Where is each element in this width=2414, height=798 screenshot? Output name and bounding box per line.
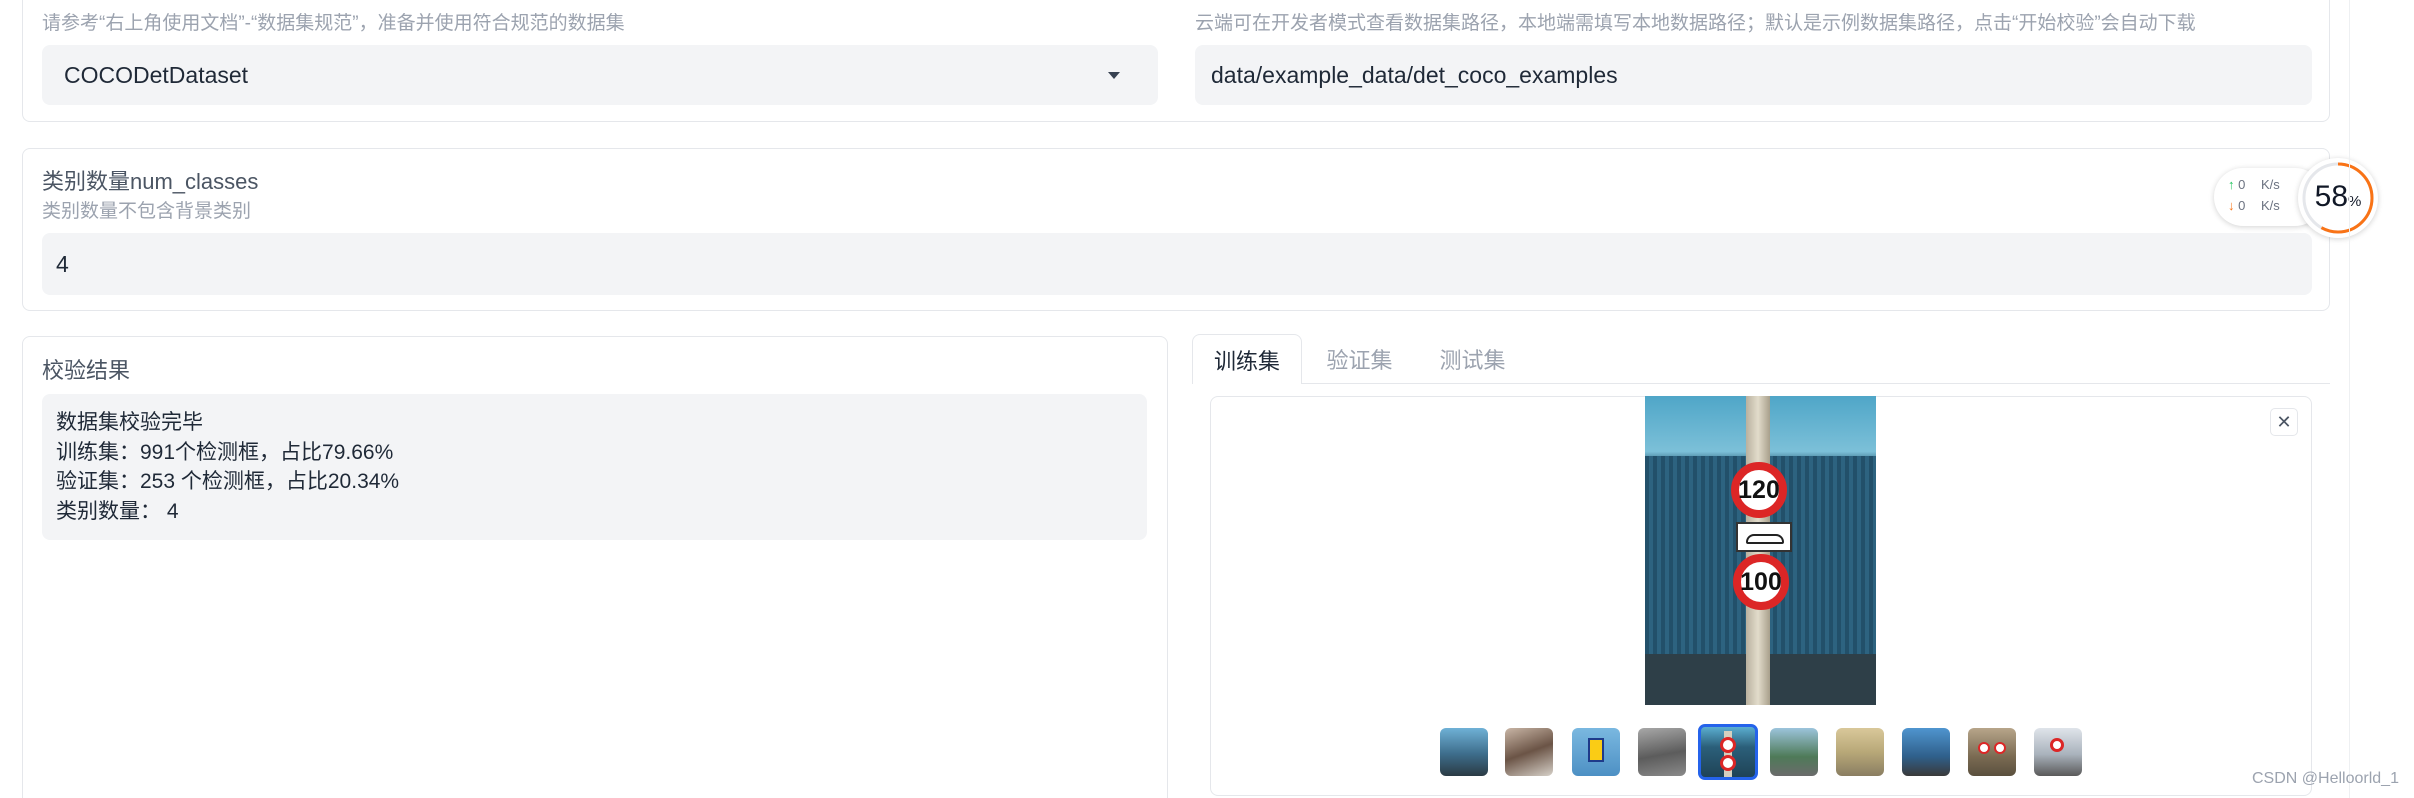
close-preview-button[interactable]: ✕ <box>2270 408 2298 436</box>
chevron-down-icon <box>1108 72 1120 79</box>
num-classes-label: 类别数量num_classes <box>42 169 259 194</box>
close-icon: ✕ <box>2276 411 2292 432</box>
tab-val[interactable]: 验证集 <box>1312 334 1407 384</box>
download-arrow-icon: ↓ <box>2228 198 2235 213</box>
gauge-percent-symbol: % <box>2348 193 2362 210</box>
upload-speed-unit: K/s <box>2260 177 2280 192</box>
dataset-format-value: COCODetDataset <box>64 61 249 88</box>
upload-speed-value: 0 <box>2238 177 2246 192</box>
dataset-path-input[interactable]: data/example_data/det_coco_examples <box>1195 45 2312 105</box>
result-line: 类别数量： 4 <box>56 499 179 523</box>
result-line: 验证集：253 个检测框，占比20.34% <box>56 470 400 493</box>
thumbnail[interactable] <box>1572 728 1620 776</box>
upload-arrow-icon: ↑ <box>2228 177 2235 192</box>
thumbnail[interactable] <box>1836 728 1884 776</box>
thumbnail-selected[interactable] <box>1698 724 1758 780</box>
speed-sign-100: 100 <box>1733 554 1789 610</box>
download-speed-value: 0 <box>2238 198 2246 213</box>
dataset-format-select[interactable]: COCODetDataset <box>42 45 1158 105</box>
speed-sign-120: 120 <box>1731 462 1787 518</box>
thumbnail[interactable] <box>1902 728 1950 776</box>
thumbnail[interactable] <box>2034 728 2082 776</box>
dataset-format-hint: 请参考“右上角使用文档”-“数据集规范”，准备并使用符合规范的数据集 <box>42 13 625 34</box>
tab-divider <box>1302 383 2330 384</box>
result-textarea[interactable]: 数据集校验完毕 训练集：991个检测框，占比79.66% 验证集：253 个检测… <box>42 394 1147 540</box>
thumbnail[interactable] <box>1440 728 1488 776</box>
result-label: 校验结果 <box>42 358 131 383</box>
gallery-main-image[interactable]: 120 100 <box>1645 396 1876 705</box>
num-classes-value: 4 <box>56 250 69 277</box>
car-sign <box>1736 522 1792 552</box>
page-edge-line <box>2349 0 2350 798</box>
dataset-path-value: data/example_data/det_coco_examples <box>1211 61 1618 88</box>
sign-120-text: 120 <box>1738 475 1780 504</box>
download-speed-unit: K/s <box>2260 198 2280 213</box>
num-classes-input[interactable]: 4 <box>42 233 2312 295</box>
result-line: 数据集校验完毕 <box>56 411 203 434</box>
memory-gauge[interactable]: 58% <box>2298 158 2378 238</box>
watermark: CSDN @Helloorld_1 <box>2252 770 2399 787</box>
thumbnail[interactable] <box>1505 728 1553 776</box>
thumbnail[interactable] <box>1968 728 2016 776</box>
gauge-percent: 58 <box>2314 180 2349 213</box>
dataset-path-hint: 云端可在开发者模式查看数据集路径，本地端需填写本地数据路径；默认是示例数据集路径… <box>1195 13 2196 34</box>
result-line: 训练集：991个检测框，占比79.66% <box>56 440 394 464</box>
tab-train[interactable]: 训练集 <box>1192 334 1302 384</box>
num-classes-hint: 类别数量不包含背景类别 <box>42 201 252 222</box>
sign-100-text: 100 <box>1740 567 1782 596</box>
thumbnail[interactable] <box>1770 728 1818 776</box>
thumbnail[interactable] <box>1638 728 1686 776</box>
tab-test[interactable]: 测试集 <box>1425 334 1520 384</box>
